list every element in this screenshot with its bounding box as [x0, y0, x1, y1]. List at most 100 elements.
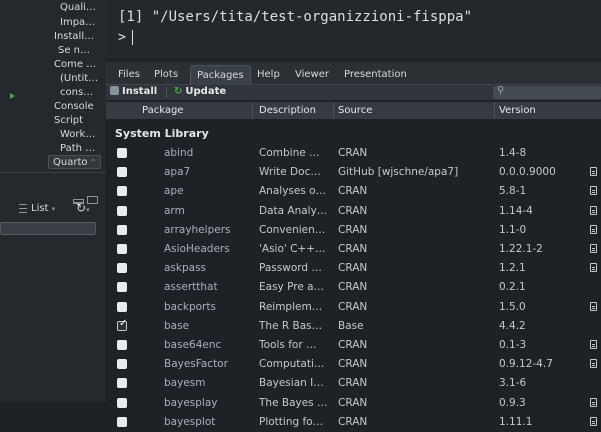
console-pane[interactable]: [1] "/Users/tita/test-organizzioni-fispp…: [106, 0, 601, 58]
package-name-link[interactable]: arrayhelpers: [164, 224, 252, 236]
tab-plots[interactable]: Plots: [148, 65, 184, 84]
column-separator: [333, 102, 334, 119]
document-icon[interactable]: [590, 186, 597, 196]
console-prompt: >: [118, 30, 126, 45]
column-header-description[interactable]: Description: [259, 105, 316, 116]
package-checkbox[interactable]: [117, 397, 127, 408]
package-description: Combine …: [259, 147, 320, 159]
package-name-link[interactable]: arm: [164, 205, 252, 217]
package-description: The Bayes …: [259, 396, 328, 409]
package-name-link[interactable]: abind: [164, 147, 252, 159]
package-checkbox[interactable]: ✓: [117, 318, 127, 331]
package-checkbox[interactable]: [117, 205, 127, 216]
document-icon[interactable]: [590, 224, 597, 234]
format-dropdown[interactable]: Quarto ⌃: [48, 155, 101, 169]
section-label: System Library: [115, 127, 209, 140]
install-package-icon: [110, 86, 119, 95]
outline-item[interactable]: Install…: [54, 31, 94, 42]
package-checkbox[interactable]: [117, 224, 127, 235]
package-checkbox[interactable]: [117, 340, 127, 350]
package-source: CRAN: [338, 339, 368, 351]
tab-packages[interactable]: Packages: [190, 65, 251, 84]
package-checkbox[interactable]: [117, 416, 127, 427]
package-name-link[interactable]: bayesm: [164, 377, 252, 389]
tab-files[interactable]: Files: [112, 65, 146, 84]
document-icon[interactable]: [590, 340, 597, 349]
pane-divider[interactable]: [0, 172, 106, 173]
package-name-link[interactable]: bayesplot: [164, 416, 252, 428]
column-header-source[interactable]: Source: [338, 105, 372, 116]
package-name-link[interactable]: ape: [164, 185, 252, 197]
outline-item[interactable]: Quali…: [60, 2, 96, 13]
list-view-button[interactable]: List ▾: [19, 203, 55, 214]
outline-item[interactable]: Impa…: [60, 17, 95, 28]
outline-item[interactable]: (Untit…: [60, 73, 98, 84]
package-name-link[interactable]: backports: [164, 301, 252, 313]
document-icon[interactable]: [590, 397, 597, 407]
list-view-label: List: [31, 203, 49, 214]
environment-search-input[interactable]: [0, 222, 96, 235]
package-source: CRAN: [338, 223, 368, 236]
tab-viewer[interactable]: Viewer: [289, 65, 335, 84]
package-name-link[interactable]: bayesplay: [164, 397, 252, 409]
table-row: BayesFactor Computati… CRAN 0.9.12-4.7: [106, 355, 601, 374]
tab-help[interactable]: Help: [251, 65, 286, 84]
package-name-link[interactable]: askpass: [164, 262, 252, 274]
outline-item[interactable]: Path …: [60, 143, 95, 154]
document-icon[interactable]: [590, 263, 597, 273]
package-name-link[interactable]: base: [164, 320, 252, 332]
document-icon[interactable]: [590, 301, 597, 311]
tab-presentation[interactable]: Presentation: [338, 65, 413, 84]
outline-item[interactable]: Script: [54, 115, 83, 126]
package-source: CRAN: [338, 204, 368, 217]
outline-item[interactable]: cons…: [60, 87, 93, 98]
package-description: Write Doc…: [259, 166, 321, 179]
document-outline: Quali… Impa… Install… Se n… Come … (Untit… con…: [0, 0, 106, 170]
package-name-link[interactable]: base64enc: [164, 339, 252, 351]
outline-item[interactable]: Console: [54, 101, 94, 112]
update-button[interactable]: ↻ Update: [174, 86, 226, 97]
outline-item[interactable]: Work…: [60, 129, 95, 140]
package-name-link[interactable]: BayesFactor: [164, 358, 252, 370]
package-checkbox[interactable]: [117, 167, 127, 178]
package-name-link[interactable]: apa7: [164, 166, 252, 178]
dropdown-arrow-icon: ⌃: [89, 158, 97, 167]
package-description: The R Bas…: [259, 319, 323, 332]
package-version: 3.1-6: [499, 377, 527, 390]
left-sidebar: Quali… Impa… Install… Se n… Come … (Untit… con…: [0, 0, 106, 402]
toolbar-separator: [166, 87, 167, 98]
document-icon[interactable]: [590, 359, 597, 369]
package-version: 1.1-0: [499, 223, 527, 236]
column-header-package[interactable]: Package: [142, 105, 183, 116]
package-checkbox[interactable]: [117, 359, 127, 370]
document-icon[interactable]: [590, 167, 597, 177]
package-description: Tools for …: [259, 339, 317, 351]
package-checkbox[interactable]: [117, 148, 127, 158]
package-search-input[interactable]: ⚲: [493, 85, 601, 99]
document-icon[interactable]: [590, 205, 597, 215]
package-checkbox[interactable]: [117, 301, 127, 312]
package-name-link[interactable]: assertthat: [164, 281, 252, 293]
table-row: bayesplot Plotting fo… CRAN 1.11.1: [106, 413, 601, 432]
refresh-button[interactable]: ↻▾: [76, 201, 90, 215]
package-name-link[interactable]: AsioHeaders: [164, 243, 252, 255]
package-description: Analyses o…: [259, 185, 327, 198]
column-separator: [252, 102, 253, 119]
column-header-version[interactable]: Version: [499, 105, 536, 116]
package-checkbox[interactable]: [117, 378, 127, 389]
package-source: CRAN: [338, 396, 368, 409]
package-checkbox[interactable]: [117, 282, 127, 293]
package-version: 0.9.3: [499, 396, 526, 409]
package-description: Convenien…: [259, 223, 326, 236]
document-icon[interactable]: [590, 416, 597, 426]
document-icon[interactable]: [590, 244, 597, 253]
install-button[interactable]: Install: [110, 86, 157, 97]
outline-item[interactable]: Come …: [54, 59, 96, 70]
package-checkbox[interactable]: [117, 244, 127, 254]
outline-item[interactable]: Se n…: [58, 45, 90, 56]
current-section-arrow-icon: [10, 93, 15, 99]
table-row: bayesm Bayesian I… CRAN 3.1-6: [106, 374, 601, 393]
package-checkbox[interactable]: [117, 263, 127, 274]
package-checkbox[interactable]: [117, 186, 127, 197]
environment-toolbar: List ▾ ↻▾: [0, 181, 106, 221]
